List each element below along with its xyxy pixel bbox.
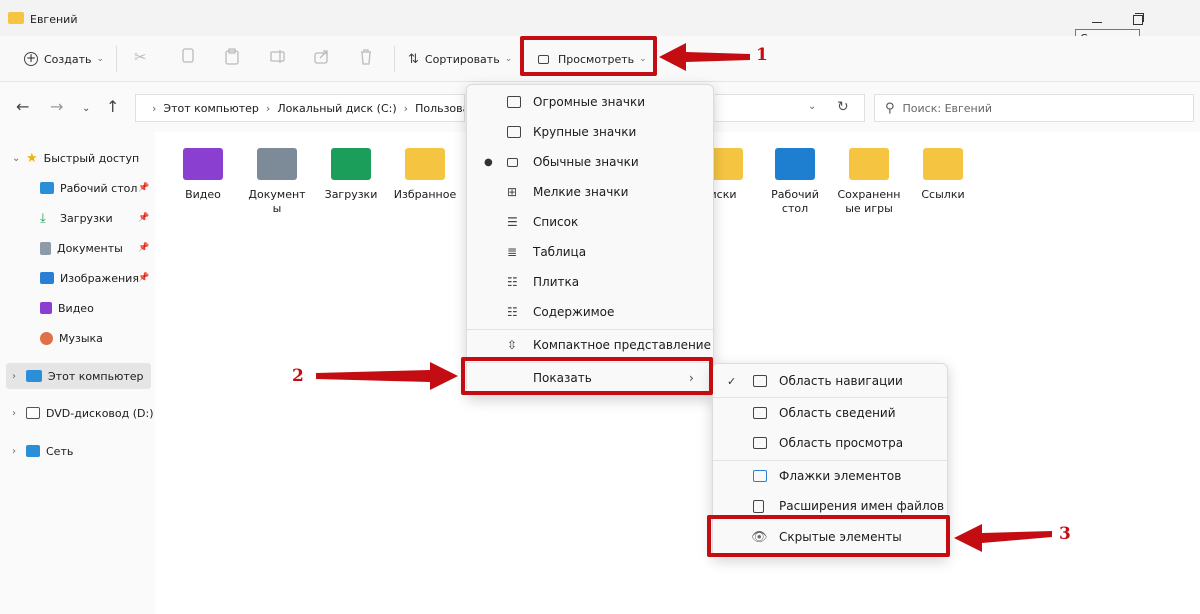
annotation-number-2: 2 xyxy=(292,366,304,386)
arrow-1 xyxy=(659,43,750,71)
annotation-arrows xyxy=(316,43,1052,552)
annotation-number-1: 1 xyxy=(756,45,768,65)
arrow-2 xyxy=(316,362,458,390)
annotation-number-3: 3 xyxy=(1059,524,1071,544)
arrow-3 xyxy=(954,524,1052,552)
